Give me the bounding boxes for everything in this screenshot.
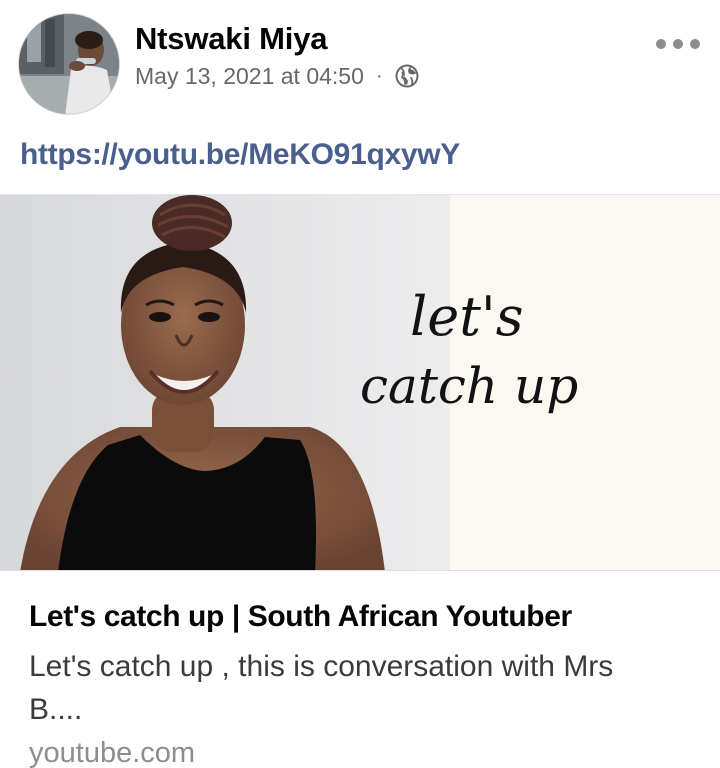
link-preview-image[interactable]: let's catch up — [0, 194, 720, 571]
post-meta: May 13, 2021 at 04:50 · — [135, 61, 419, 91]
post-header: Ntswaki Miya May 13, 2021 at 04:50 · — [0, 0, 720, 125]
meta-separator: · — [375, 64, 383, 87]
author-avatar[interactable] — [18, 13, 120, 115]
link-preview-domain: youtube.com — [29, 737, 196, 768]
post-timestamp[interactable]: May 13, 2021 at 04:50 — [135, 63, 364, 90]
avatar-photo — [19, 14, 119, 114]
overlay-text-catch-up: catch up — [360, 357, 578, 415]
overlay-text-lets: let's — [410, 285, 523, 348]
more-dots-icon — [690, 39, 700, 49]
post-link[interactable]: https://youtu.be/MeKO91qxywY — [20, 138, 460, 172]
more-dots-icon — [656, 39, 666, 49]
author-name[interactable]: Ntswaki Miya — [135, 21, 327, 57]
more-dots-icon — [673, 39, 683, 49]
link-preview-description: Let's catch up , this is conversation wi… — [29, 650, 614, 726]
preview-thumbnail: let's catch up — [0, 195, 720, 570]
more-options-button[interactable] — [656, 32, 700, 56]
globe-icon[interactable] — [395, 64, 419, 88]
link-preview-title[interactable]: Let's catch up | South African Youtuber — [29, 600, 572, 634]
